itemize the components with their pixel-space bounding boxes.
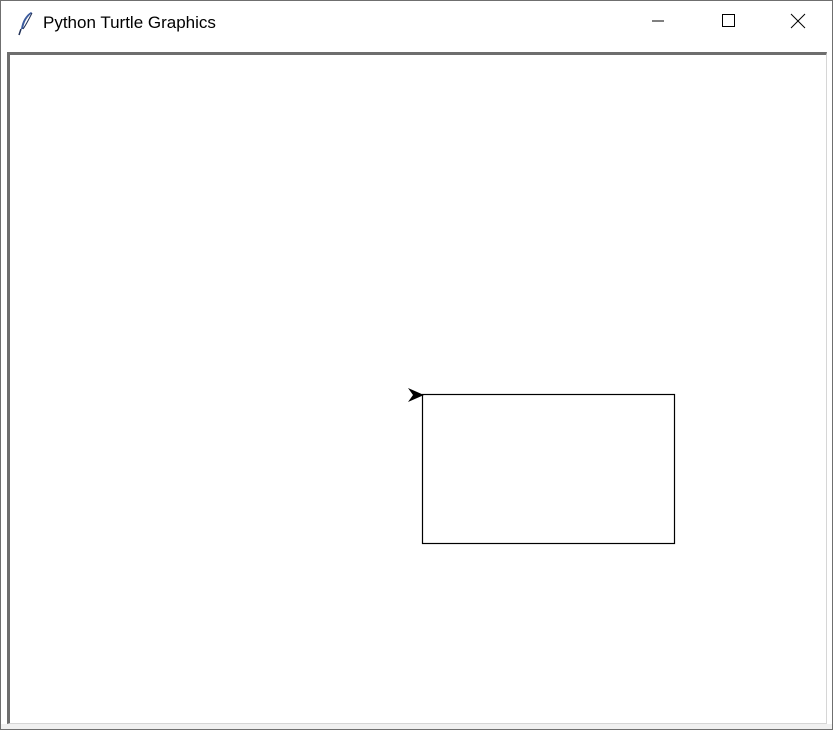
turtle-window: Python Turtle Graphics [0,0,833,730]
bottom-border [1,724,832,729]
maximize-button[interactable] [693,1,763,46]
drawn-rectangle [421,393,676,545]
maximize-icon [720,13,736,34]
close-button[interactable] [763,1,833,46]
close-icon [789,12,807,35]
feather-icon [17,11,35,37]
turtle-canvas[interactable] [7,52,827,724]
minimize-icon [650,13,666,34]
drawing-surface [408,388,676,545]
title-bar[interactable]: Python Turtle Graphics [1,1,832,46]
window-title: Python Turtle Graphics [43,13,216,32]
minimize-button[interactable] [623,1,693,46]
turtle-arrow [408,388,424,402]
